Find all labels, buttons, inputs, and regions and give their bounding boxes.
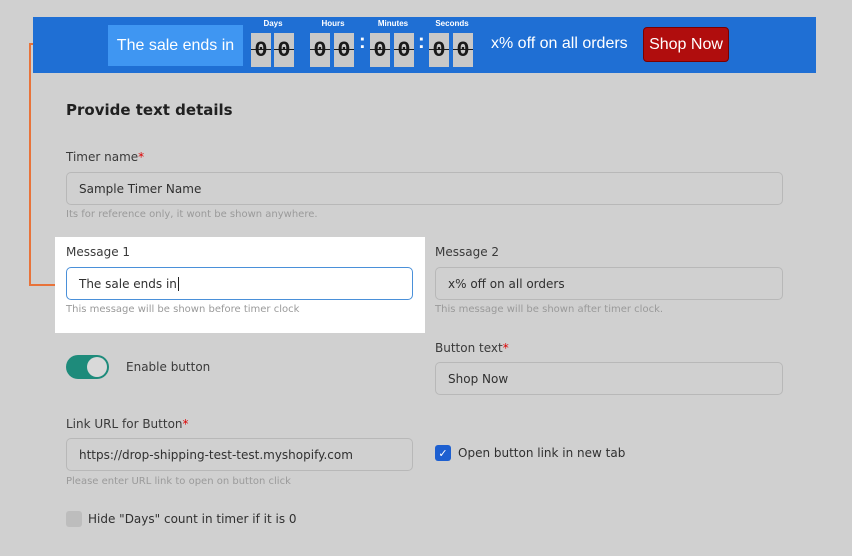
message1-label: Message 1 — [66, 245, 131, 259]
timer-digit: 0 — [334, 33, 354, 67]
text-caret — [177, 276, 179, 291]
timer-name-help: Its for reference only, it wont be shown… — [66, 209, 318, 220]
message2-label: Message 2 — [435, 245, 500, 259]
message1-input[interactable]: The sale ends in — [66, 267, 413, 300]
link-url-label: Link URL for Button* — [66, 417, 189, 431]
timer-digit: 0 — [251, 33, 271, 67]
timer-name-label: Timer name* — [66, 150, 145, 164]
banner-message1: The sale ends in — [108, 25, 243, 66]
timer-separator: : — [418, 31, 425, 53]
button-text-input[interactable]: Shop Now — [435, 362, 783, 395]
enable-button-label: Enable button — [126, 360, 211, 374]
open-new-tab-label: Open button link in new tab — [458, 446, 626, 460]
toggle-knob — [87, 357, 107, 377]
timer-label-seconds: Seconds — [435, 19, 469, 28]
section-heading: Provide text details — [66, 101, 233, 119]
required-mark: * — [138, 150, 145, 164]
button-text-label: Button text* — [435, 341, 509, 355]
timer-digit: 0 — [274, 33, 294, 67]
timer-digit: 0 — [453, 33, 473, 67]
message1-help: This message will be shown before timer … — [66, 304, 300, 315]
timer-name-input[interactable]: Sample Timer Name — [66, 172, 783, 205]
timer-digit: 0 — [310, 33, 330, 67]
timer-digit: 0 — [429, 33, 449, 67]
timer-label-minutes: Minutes — [377, 19, 409, 28]
required-mark: * — [502, 341, 509, 355]
hide-days-label: Hide "Days" count in timer if it is 0 — [88, 512, 297, 526]
message2-help: This message will be shown after timer c… — [435, 304, 664, 315]
banner-message2: x% off on all orders — [491, 35, 628, 52]
connector-line-vertical — [29, 43, 31, 286]
timer-digit: 0 — [370, 33, 390, 67]
open-new-tab-checkbox[interactable]: ✓ — [435, 445, 451, 461]
timer-label-days: Days — [263, 19, 283, 28]
enable-button-toggle[interactable] — [66, 355, 109, 379]
timer-digit: 0 — [394, 33, 414, 67]
hide-days-checkbox[interactable] — [66, 511, 82, 527]
message2-input[interactable]: x% off on all orders — [435, 267, 783, 300]
required-mark: * — [182, 417, 189, 431]
link-url-input[interactable]: https://drop-shipping-test-test.myshopif… — [66, 438, 413, 471]
link-url-help: Please enter URL link to open on button … — [66, 476, 291, 487]
shop-now-button[interactable]: Shop Now — [643, 27, 729, 62]
countdown-banner-preview: The sale ends in Days 0 0 Hours 0 0 : Mi… — [33, 17, 816, 73]
timer-separator: : — [359, 31, 366, 53]
timer-label-hours: Hours — [321, 19, 345, 28]
